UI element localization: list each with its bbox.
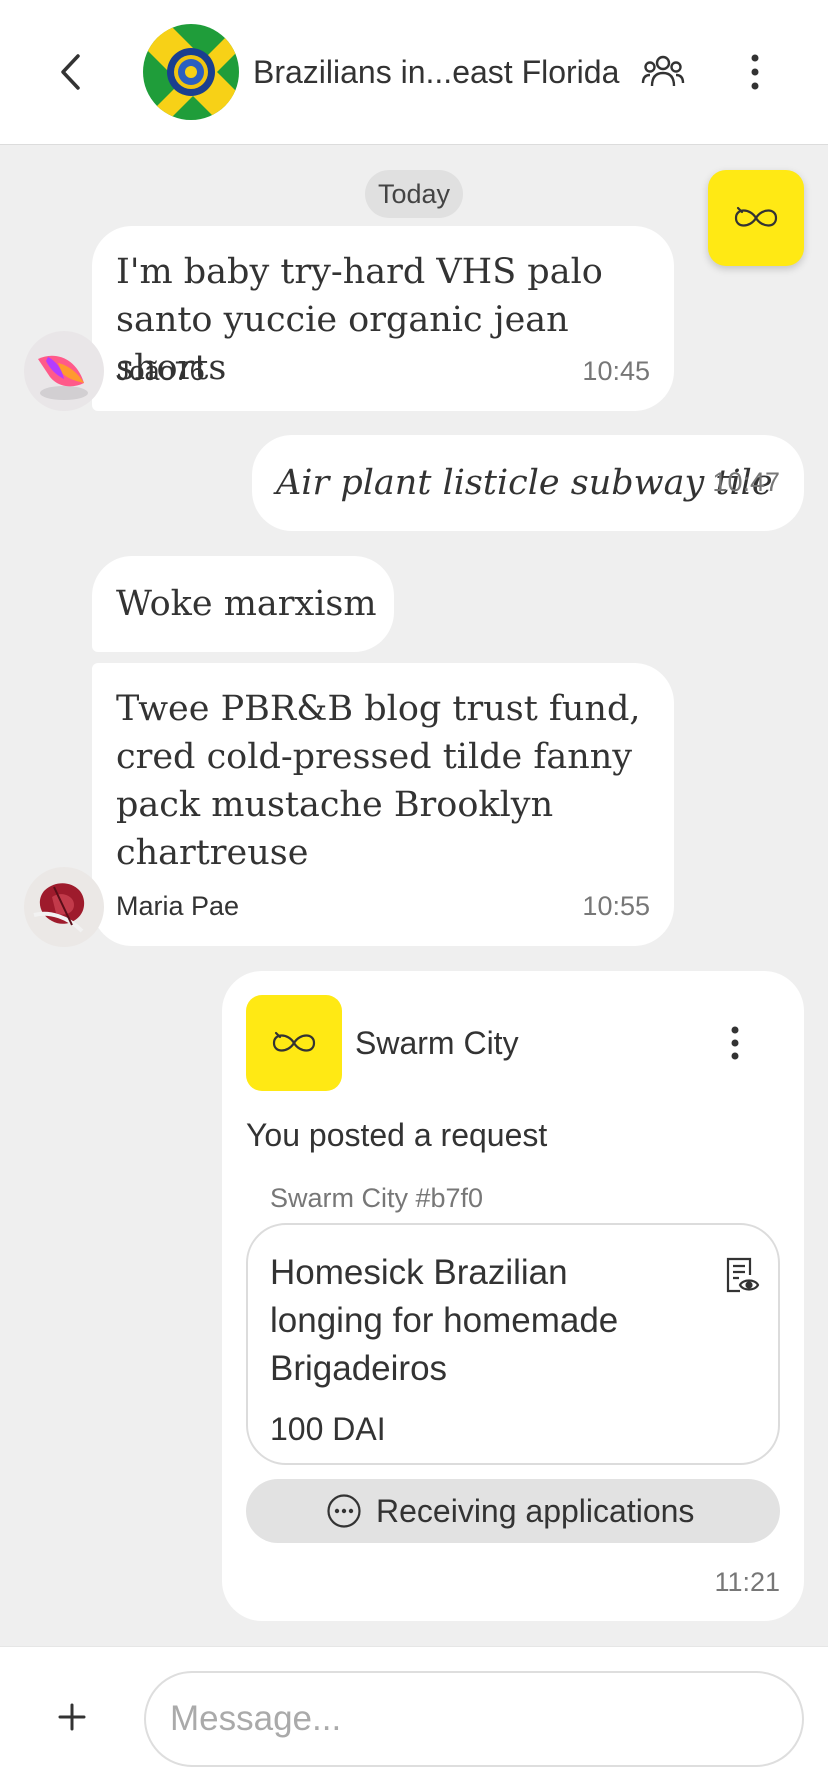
message-composer: [0, 1646, 828, 1792]
message-bubble[interactable]: Woke marxism: [92, 556, 394, 652]
request-summary[interactable]: Homesick Brazilian longing for homemade …: [246, 1223, 780, 1465]
document-view-icon: [726, 1257, 760, 1293]
message-time: 10:45: [582, 356, 650, 386]
avatar[interactable]: [24, 867, 104, 947]
date-divider: Today: [365, 170, 463, 218]
request-amount: 100 DAI: [270, 1411, 386, 1447]
chevron-left-icon: [61, 54, 80, 90]
own-message-bubble[interactable]: Air plant listicle subway tile 10:47: [252, 435, 804, 531]
infinity-icon: [734, 206, 778, 227]
group-title[interactable]: Brazilians in...east Florida: [253, 50, 633, 94]
group-icon: [641, 55, 685, 87]
back-button[interactable]: [48, 48, 96, 96]
message-author[interactable]: João76: [116, 356, 205, 387]
swarm-request-card: Swarm City You posted a request Swarm Ci…: [222, 971, 804, 1621]
members-button[interactable]: [641, 50, 685, 94]
message-time: 10:47: [712, 467, 780, 497]
message-text: Woke marxism: [116, 584, 377, 624]
request-title: Homesick Brazilian longing for homemade …: [270, 1253, 619, 1388]
swarm-logo: [246, 995, 342, 1091]
swarm-app-button[interactable]: [708, 170, 804, 266]
more-menu-button[interactable]: [740, 50, 770, 94]
message-time: 11:21: [714, 1567, 780, 1597]
add-attachment-button[interactable]: [52, 1697, 92, 1737]
user-avatar-image: [24, 867, 104, 947]
message-bubble[interactable]: I'm baby try-hard VHS palo santo yuccie …: [92, 226, 674, 411]
message-time: 10:55: [582, 891, 650, 921]
message-input[interactable]: [144, 1671, 804, 1767]
message-text: Air plant listicle subway tile: [276, 463, 773, 503]
flag-emblem-icon: [143, 24, 239, 120]
avatar[interactable]: [24, 331, 104, 411]
card-posted-text: You posted a request: [246, 1117, 548, 1153]
group-avatar[interactable]: [143, 24, 239, 120]
card-reference: Swarm City #b7f0: [270, 1183, 484, 1213]
plus-icon: [58, 1703, 86, 1731]
card-menu-button[interactable]: [720, 1023, 750, 1063]
more-vertical-icon: [731, 1026, 739, 1060]
chat-header: Brazilians in...east Florida: [0, 0, 828, 145]
message-author[interactable]: Maria Pae: [116, 891, 239, 922]
message-text: Twee PBR&B blog trust fund, cred cold-pr…: [116, 689, 641, 873]
message-bubble[interactable]: Twee PBR&B blog trust fund, cred cold-pr…: [92, 663, 674, 946]
infinity-icon: [272, 1031, 316, 1052]
view-request-button[interactable]: [720, 1253, 764, 1297]
more-horizontal-circle-icon: [327, 1494, 361, 1528]
status-button[interactable]: Receiving applications: [246, 1479, 780, 1543]
status-label: Receiving applications: [376, 1493, 695, 1529]
more-vertical-icon: [751, 54, 759, 90]
user-avatar-image: [24, 331, 104, 411]
card-app-name: Swarm City: [355, 1025, 519, 1061]
